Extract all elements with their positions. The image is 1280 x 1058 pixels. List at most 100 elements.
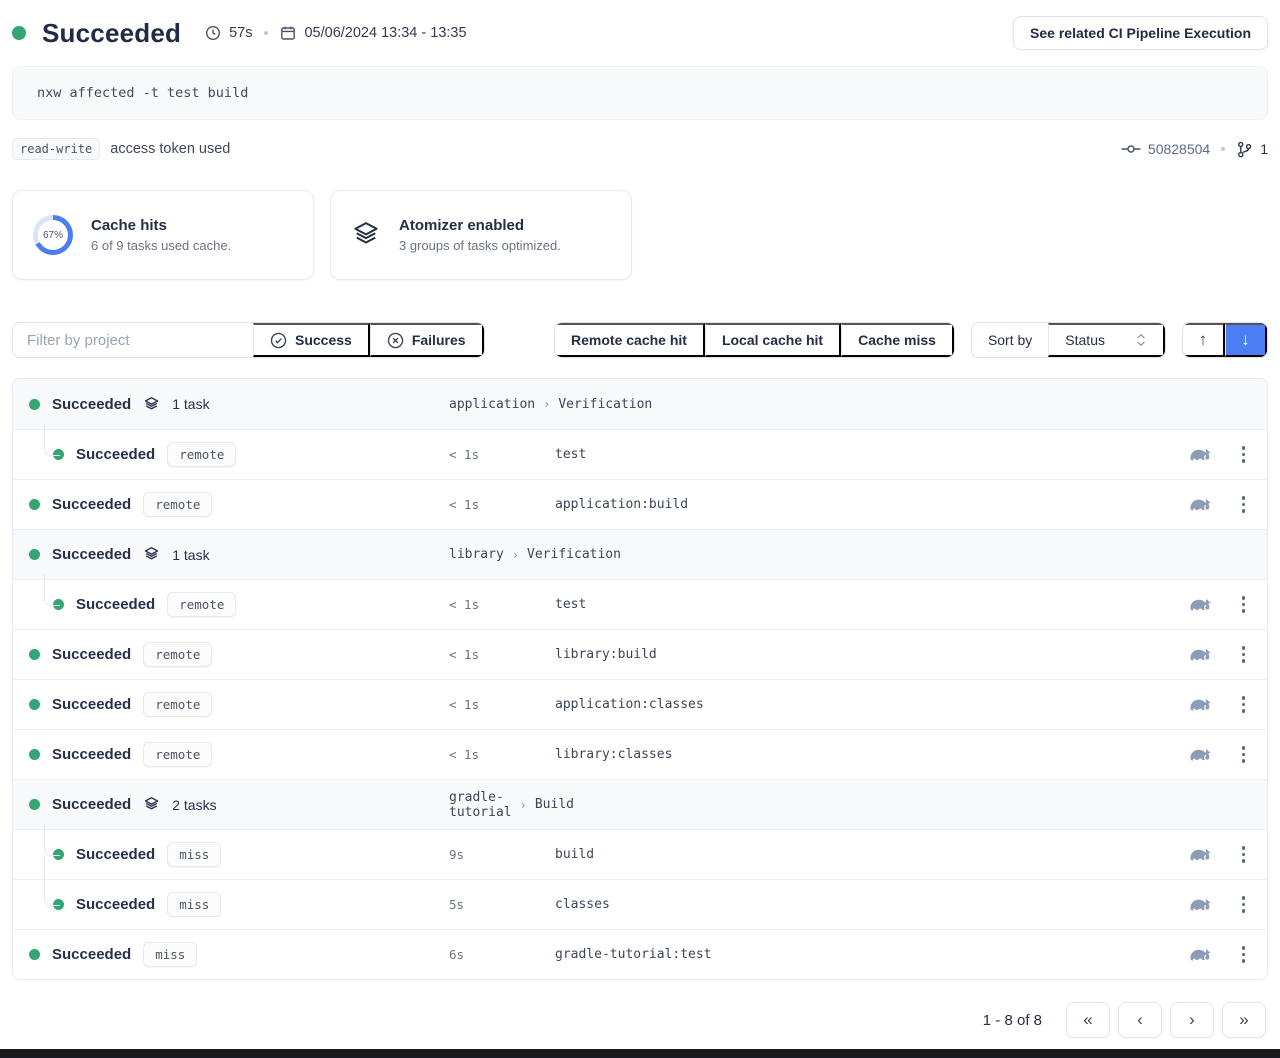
atomizer-layers-icon <box>351 220 381 250</box>
chevron-separator-icon: › <box>520 798 527 812</box>
commit-icon <box>1121 143 1141 155</box>
cache-status-badge: remote <box>143 492 212 517</box>
task-group-row: Succeeded 1 task library›Verification <box>13 529 1267 579</box>
success-filter-button[interactable]: Success <box>253 323 370 357</box>
commit-hash[interactable]: 50828504 <box>1148 141 1210 157</box>
gradle-icon[interactable] <box>1190 747 1212 762</box>
sort-by-label: Sort by <box>972 323 1048 357</box>
remote-cache-hit-filter-button[interactable]: Remote cache hit <box>555 323 705 357</box>
gradle-icon[interactable] <box>1190 847 1212 862</box>
tasks-count: 2 tasks <box>172 797 216 813</box>
task-name[interactable]: build <box>555 847 1163 862</box>
sort-descending-button[interactable]: ↓ <box>1225 323 1267 357</box>
status-label: Succeeded <box>52 696 131 713</box>
branch-count: 1 <box>1260 141 1268 157</box>
task-name[interactable]: gradle-tutorial:test <box>555 947 1163 962</box>
cache-miss-filter-button[interactable]: Cache miss <box>841 323 954 357</box>
task-row: Succeeded remote < 1s test <box>13 579 1267 629</box>
cache-hits-subtitle: 6 of 9 tasks used cache. <box>91 238 231 253</box>
kebab-menu-icon[interactable] <box>1238 742 1250 767</box>
kebab-menu-icon[interactable] <box>1238 642 1250 667</box>
kebab-menu-icon[interactable] <box>1238 492 1250 517</box>
gradle-icon[interactable] <box>1190 947 1212 962</box>
see-related-ci-pipeline-button[interactable]: See related CI Pipeline Execution <box>1013 16 1268 50</box>
status-label: Succeeded <box>76 446 155 463</box>
kebab-menu-icon[interactable] <box>1238 592 1250 617</box>
run-header: Succeeded 57s 05/06/2024 13:34 - 13:35 S… <box>12 0 1268 66</box>
group-breadcrumb[interactable]: library›Verification <box>449 547 555 562</box>
atomizer-subtitle: 3 groups of tasks optimized. <box>399 238 561 253</box>
cache-hits-percent: 67% <box>43 230 63 241</box>
status-dot-icon <box>53 849 64 860</box>
local-cache-hit-filter-button[interactable]: Local cache hit <box>705 323 841 357</box>
calendar-icon <box>280 25 296 41</box>
target-group-name: Verification <box>558 397 652 412</box>
first-page-button[interactable]: « <box>1066 1002 1110 1038</box>
task-duration: < 1s <box>449 647 555 662</box>
gradle-icon[interactable] <box>1190 647 1212 662</box>
task-group-row: Succeeded 2 tasks gradle-tutorial›Build <box>13 779 1267 829</box>
chevron-separator-icon: › <box>512 548 519 562</box>
task-name[interactable]: application:classes <box>555 697 1163 712</box>
sort-status-select[interactable]: Status <box>1048 323 1165 357</box>
status-label: Succeeded <box>52 396 131 413</box>
gradle-icon[interactable] <box>1190 697 1212 712</box>
gradle-icon[interactable] <box>1190 597 1212 612</box>
task-row: Succeeded remote < 1s application:classe… <box>13 679 1267 729</box>
status-label: Succeeded <box>76 896 155 913</box>
task-row: Succeeded remote < 1s library:build <box>13 629 1267 679</box>
kebab-menu-icon[interactable] <box>1238 942 1250 967</box>
pagination-info: 1 - 8 of 8 <box>983 1012 1042 1029</box>
kebab-menu-icon[interactable] <box>1238 692 1250 717</box>
atomizer-card: Atomizer enabled 3 groups of tasks optim… <box>330 190 632 280</box>
prev-page-button[interactable]: ‹ <box>1118 1002 1162 1038</box>
dot-separator <box>1221 147 1225 151</box>
task-name[interactable]: library:classes <box>555 747 1163 762</box>
status-dot-icon <box>53 599 64 610</box>
task-name[interactable]: test <box>555 597 1163 612</box>
group-breadcrumb[interactable]: gradle-tutorial›Build <box>449 790 555 820</box>
task-row: Succeeded miss 5s classes <box>13 879 1267 929</box>
filter-by-project-input[interactable] <box>13 323 253 357</box>
cache-hits-title: Cache hits <box>91 217 231 234</box>
kebab-menu-icon[interactable] <box>1238 442 1250 467</box>
group-breadcrumb[interactable]: application›Verification <box>449 397 555 412</box>
atomizer-group-icon <box>143 546 160 563</box>
dot-separator <box>264 31 268 35</box>
task-name[interactable]: classes <box>555 897 1163 912</box>
task-name[interactable]: test <box>555 447 1163 462</box>
kebab-menu-icon[interactable] <box>1238 842 1250 867</box>
kebab-menu-icon[interactable] <box>1238 892 1250 917</box>
run-duration: 57s <box>229 25 252 41</box>
cache-status-badge: remote <box>143 692 212 717</box>
gradle-icon[interactable] <box>1190 897 1212 912</box>
gradle-icon[interactable] <box>1190 447 1212 462</box>
task-name[interactable]: application:build <box>555 497 1163 512</box>
failures-filter-button[interactable]: Failures <box>370 323 484 357</box>
sort-ascending-button[interactable]: ↑ <box>1183 323 1225 357</box>
gradle-icon[interactable] <box>1190 497 1212 512</box>
task-row: Succeeded miss 9s build <box>13 829 1267 879</box>
task-name[interactable]: library:build <box>555 647 1163 662</box>
status-label: Succeeded <box>52 646 131 663</box>
status-dot-icon <box>29 799 40 810</box>
status-dot-icon <box>29 749 40 760</box>
cache-status-badge: remote <box>167 592 236 617</box>
clock-icon <box>205 25 221 41</box>
access-token-badge: read-write <box>12 138 100 160</box>
cache-status-badge: miss <box>167 842 221 867</box>
atomizer-group-icon <box>143 396 160 413</box>
last-page-button[interactable]: » <box>1222 1002 1266 1038</box>
status-label: Succeeded <box>76 846 155 863</box>
run-command: nxw affected -t test build <box>12 66 1268 120</box>
task-row: Succeeded remote < 1s application:build <box>13 479 1267 529</box>
task-row: Succeeded remote < 1s library:classes <box>13 729 1267 779</box>
project-name: gradle-tutorial <box>449 790 512 820</box>
cache-hits-card: 67% Cache hits 6 of 9 tasks used cache. <box>12 190 314 280</box>
next-page-button[interactable]: › <box>1170 1002 1214 1038</box>
cache-status-badge: remote <box>143 642 212 667</box>
atomizer-title: Atomizer enabled <box>399 217 561 234</box>
status-dot-icon <box>29 649 40 660</box>
task-duration: < 1s <box>449 747 555 762</box>
task-duration: < 1s <box>449 597 555 612</box>
